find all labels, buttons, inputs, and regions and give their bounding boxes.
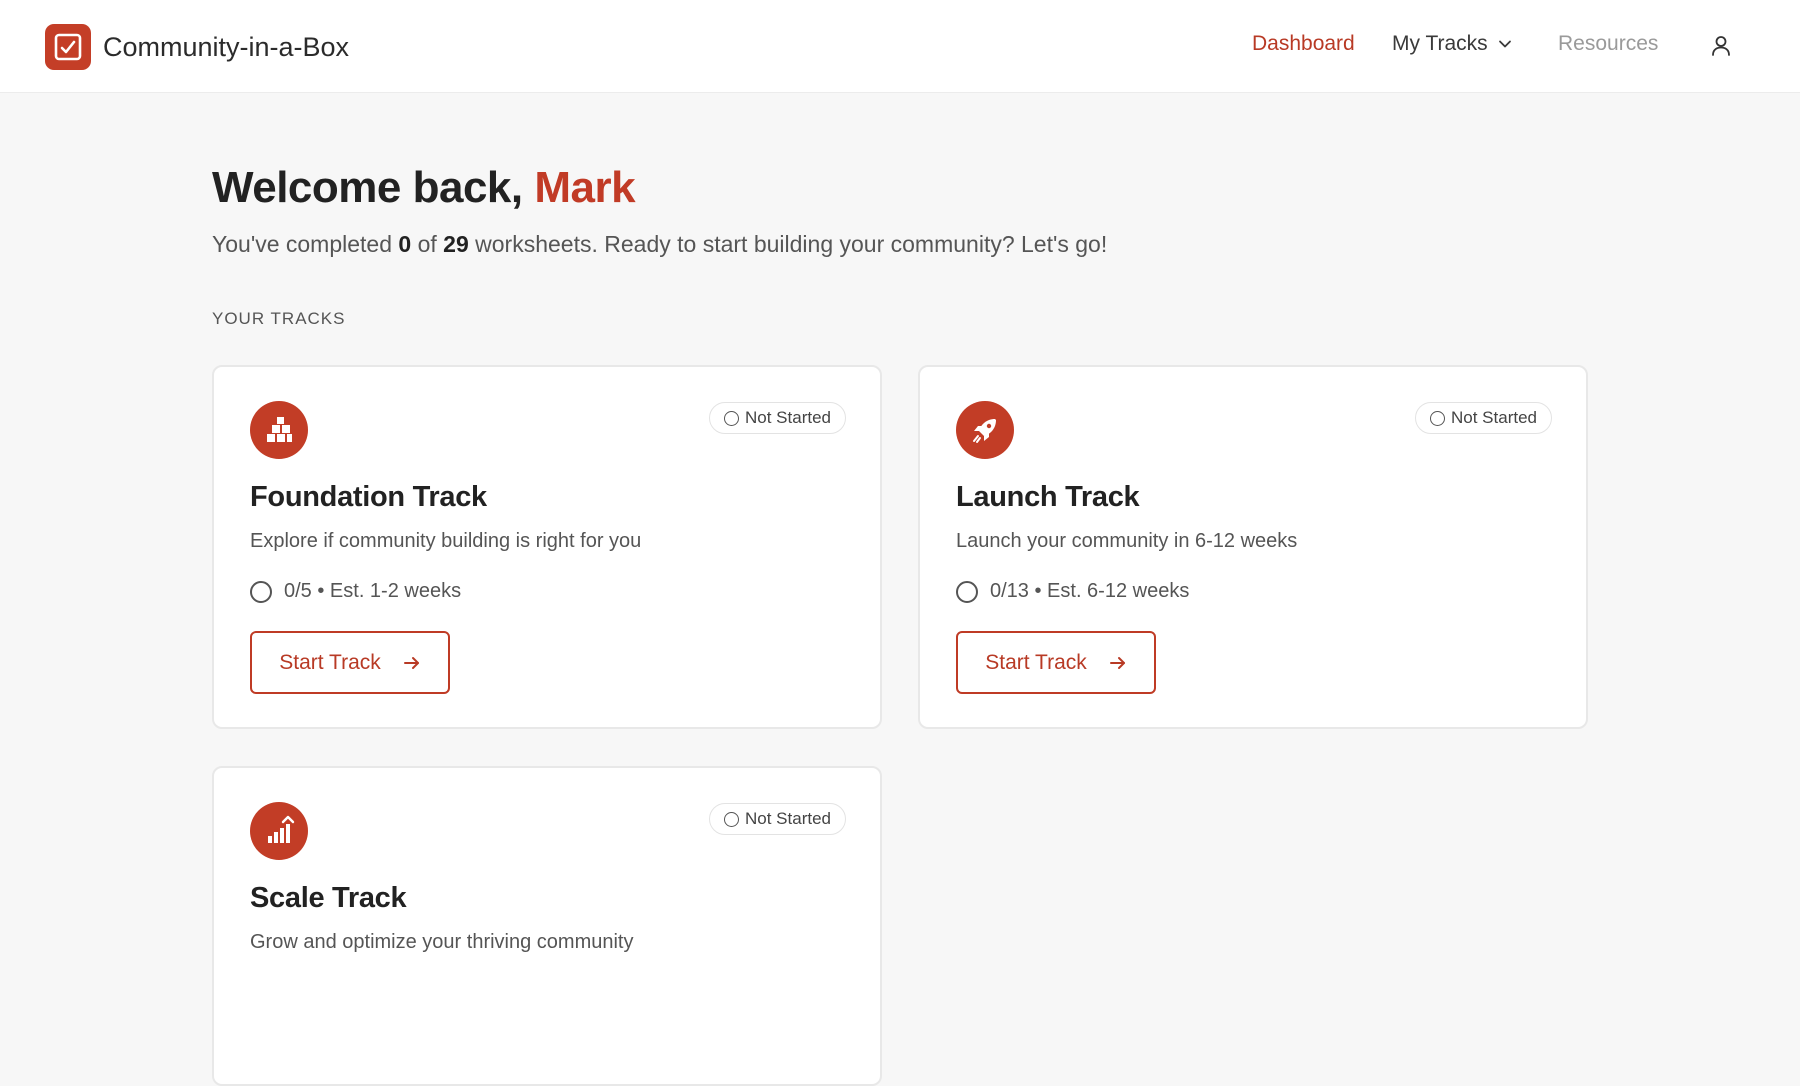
status-label: Not Started: [1451, 408, 1537, 427]
track-title: Scale Track: [250, 882, 407, 914]
section-title-tracks: YOUR TRACKS: [212, 309, 346, 328]
blocks-icon: [250, 401, 308, 459]
status-badge: Not Started: [709, 402, 846, 434]
track-description: Explore if community building is right f…: [250, 530, 642, 552]
welcome-heading: Welcome back, Mark: [212, 163, 636, 213]
progress-circle-icon: [250, 580, 272, 603]
completed-count: 0: [398, 231, 412, 257]
nav-resources[interactable]: Resources: [1558, 32, 1658, 56]
status-label: Not Started: [745, 809, 831, 828]
user-profile-icon[interactable]: [1708, 33, 1734, 59]
status-circle-icon: [724, 811, 739, 827]
nav-dashboard[interactable]: Dashboard: [1252, 32, 1355, 56]
brand-name: Community-in-a-Box: [103, 31, 350, 62]
start-track-label: Start Track: [279, 650, 381, 674]
track-description: Launch your community in 6-12 weeks: [956, 530, 1298, 552]
rocket-icon: [956, 401, 1014, 459]
status-circle-icon: [1430, 410, 1445, 426]
summary-suffix: worksheets. Ready to start building your…: [468, 231, 1108, 257]
track-progress: 0/5 • Est. 1-2 weeks: [250, 580, 461, 603]
progress-circle-icon: [956, 580, 978, 603]
chevron-down-icon: [1498, 40, 1511, 48]
growth-chart-icon: [250, 802, 308, 860]
status-circle-icon: [724, 410, 739, 426]
arrow-right-icon: [1109, 656, 1125, 669]
top-navbar: Community-in-a-Box Dashboard My Tracks R…: [0, 0, 1800, 93]
total-count: 29: [443, 231, 469, 257]
start-track-button[interactable]: Start Track: [250, 631, 450, 694]
progress-text: 0/13 • Est. 6-12 weeks: [990, 580, 1190, 602]
start-track-label: Start Track: [985, 650, 1087, 674]
summary-of: of: [411, 231, 444, 257]
status-label: Not Started: [745, 408, 831, 427]
checklist-logo-icon: [45, 24, 91, 70]
status-badge: Not Started: [1415, 402, 1552, 434]
track-title: Launch Track: [956, 481, 1140, 513]
progress-text: 0/5 • Est. 1-2 weeks: [284, 580, 462, 602]
summary-prefix: You've completed: [212, 231, 399, 257]
nav-my-tracks-label: My Tracks: [1392, 32, 1488, 55]
arrow-right-icon: [403, 656, 419, 669]
status-badge: Not Started: [709, 803, 846, 835]
nav-my-tracks[interactable]: My Tracks: [1392, 32, 1512, 56]
track-card-foundation: Not Started Foundation Track Explore if …: [212, 365, 882, 729]
track-description: Grow and optimize your thriving communit…: [250, 931, 634, 953]
user-name: Mark: [534, 163, 636, 212]
brand[interactable]: Community-in-a-Box: [45, 24, 349, 70]
track-card-launch: Not Started Launch Track Launch your com…: [918, 365, 1588, 729]
track-progress: 0/13 • Est. 6-12 weeks: [956, 580, 1189, 603]
track-card-scale: Not Started Scale Track Grow and optimiz…: [212, 766, 882, 1086]
completion-summary: You've completed 0 of 29 worksheets. Rea…: [212, 231, 1107, 258]
welcome-greeting: Welcome back,: [212, 163, 535, 212]
track-title: Foundation Track: [250, 481, 487, 513]
start-track-button[interactable]: Start Track: [956, 631, 1156, 694]
